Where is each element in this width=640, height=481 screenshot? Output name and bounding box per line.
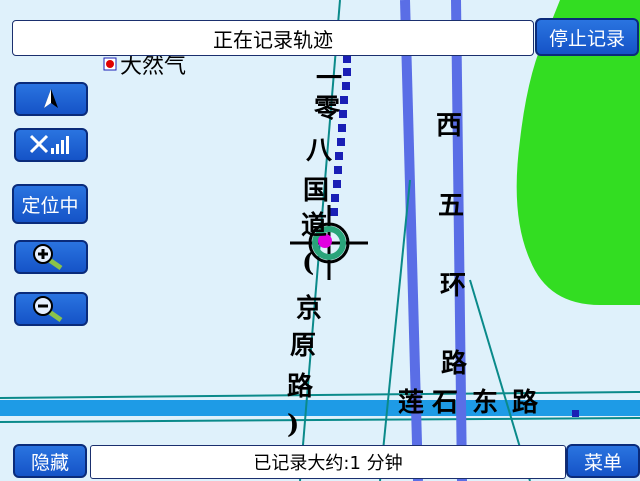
route-node-marker xyxy=(572,410,579,417)
menu-button[interactable]: 菜单 xyxy=(566,444,640,478)
hide-button[interactable]: 隐藏 xyxy=(13,444,87,478)
horizontal-road xyxy=(0,400,640,416)
compass-button[interactable] xyxy=(14,82,88,116)
zoom-out-icon xyxy=(33,296,63,323)
recording-duration-text: 已记录大约:1 分钟 xyxy=(253,453,403,474)
recording-duration-bar: 已记录大约:1 分钟 xyxy=(90,445,566,479)
recording-status-bar: 正在记录轨迹 xyxy=(12,20,534,56)
north-arrow-icon xyxy=(44,89,58,108)
poi-marker-icon xyxy=(106,60,114,68)
zoom-in-icon xyxy=(33,244,63,271)
gps-signal-button[interactable] xyxy=(14,128,88,162)
zoom-out-button[interactable] xyxy=(14,292,88,326)
stop-recording-button[interactable]: 停止记录 xyxy=(535,18,639,56)
gps-signal-icon xyxy=(29,134,69,154)
zoom-in-button[interactable] xyxy=(14,240,88,274)
locating-button[interactable]: 定位中 xyxy=(12,184,88,224)
recording-status-title: 正在记录轨迹 xyxy=(213,27,333,52)
